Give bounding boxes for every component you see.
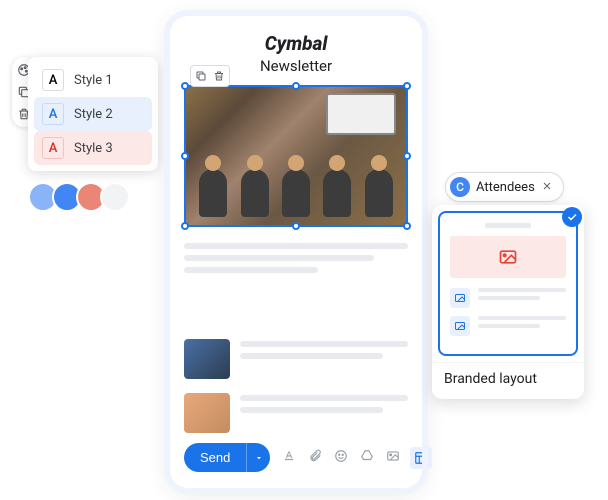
resize-handle[interactable]	[403, 222, 411, 230]
chip-label: Attendees	[476, 180, 535, 195]
style-label: Style 3	[74, 141, 113, 156]
compose-toolbar: Send	[184, 433, 408, 472]
selection-toolbar	[190, 65, 230, 87]
copy-icon[interactable]	[193, 68, 209, 84]
style-swatch-letter: A	[42, 69, 64, 91]
selected-check-icon	[562, 207, 582, 227]
hero-image-selection[interactable]	[184, 85, 408, 227]
brand-logo: Cymbal	[184, 32, 408, 55]
text-block	[240, 339, 408, 379]
image-placeholder-icon	[450, 288, 470, 308]
attendees-chip[interactable]: C Attendees	[445, 172, 564, 202]
image-placeholder-icon	[450, 316, 470, 336]
resize-handle[interactable]	[181, 152, 189, 160]
thumbnail	[184, 339, 230, 379]
resize-handle[interactable]	[292, 222, 300, 230]
drive-icon[interactable]	[358, 447, 376, 465]
text-block	[184, 241, 408, 325]
resize-handle[interactable]	[181, 82, 189, 90]
style-option-3[interactable]: A Style 3	[34, 131, 152, 165]
style-panel: A Style 1 A Style 2 A Style 3	[28, 57, 158, 171]
resize-handle[interactable]	[403, 152, 411, 160]
chip-avatar: C	[450, 177, 470, 197]
image-icon[interactable]	[384, 447, 402, 465]
style-option-1[interactable]: A Style 1	[34, 63, 152, 97]
style-label: Style 2	[74, 107, 113, 122]
send-split-button: Send	[184, 443, 270, 472]
delete-icon[interactable]	[211, 68, 227, 84]
content-row[interactable]	[184, 339, 408, 379]
thumbnail	[184, 393, 230, 433]
send-options-button[interactable]	[246, 443, 270, 472]
resize-handle[interactable]	[181, 222, 189, 230]
attach-icon[interactable]	[306, 447, 324, 465]
color-swatch[interactable]	[100, 182, 130, 212]
color-swatches	[28, 182, 124, 212]
layout-option-card[interactable]: Branded layout	[432, 205, 584, 399]
image-placeholder-icon	[450, 236, 566, 278]
newsletter-canvas: Cymbal Newsletter	[170, 16, 422, 488]
resize-handle[interactable]	[403, 82, 411, 90]
emoji-icon[interactable]	[332, 447, 350, 465]
resize-handle[interactable]	[292, 82, 300, 90]
layout-preview	[438, 211, 578, 356]
layout-name: Branded layout	[432, 362, 584, 399]
send-button[interactable]: Send	[184, 443, 246, 472]
text-block	[240, 393, 408, 433]
format-toolbar	[280, 447, 432, 469]
style-option-2[interactable]: A Style 2	[34, 97, 152, 131]
content-row[interactable]	[184, 393, 408, 433]
hero-image	[186, 87, 406, 225]
format-text-icon[interactable]	[280, 447, 298, 465]
close-icon[interactable]	[541, 180, 555, 194]
style-label: Style 1	[74, 73, 113, 88]
style-swatch-letter: A	[42, 137, 64, 159]
style-swatch-letter: A	[42, 103, 64, 125]
layout-icon[interactable]	[410, 447, 432, 469]
